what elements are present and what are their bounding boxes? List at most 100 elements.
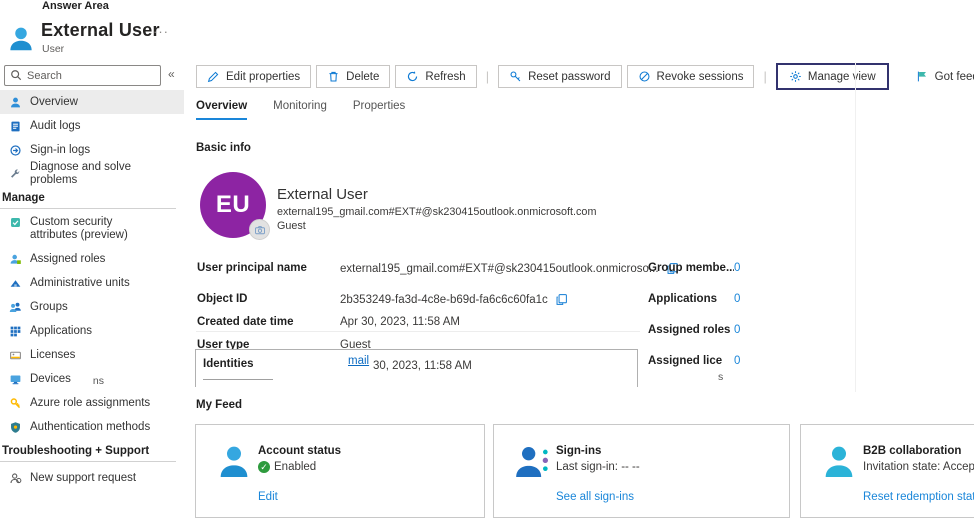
sidebar-item-licenses[interactable]: Licenses	[0, 343, 184, 367]
stray-text-fragment: ns	[93, 375, 104, 387]
stat-value-link[interactable]: 0	[734, 355, 740, 367]
stray-text-fragment: s	[718, 371, 723, 383]
pencil-icon	[207, 70, 220, 83]
support-person-icon	[9, 472, 22, 485]
feedback-flag-icon	[916, 70, 929, 83]
field-created-date: Created date time Apr 30, 2023, 11:58 AM	[197, 316, 460, 328]
sidebar-item-new-support-request[interactable]: New support request	[0, 466, 184, 490]
my-feed-title: My Feed	[196, 399, 242, 411]
gear-icon	[789, 70, 802, 83]
field-value: Apr 30, 2023, 11:58 AM	[340, 316, 460, 328]
sidebar-item-custom-security-attributes[interactable]: Custom security attributes (preview)	[0, 213, 184, 247]
profile-avatar: EU	[200, 172, 266, 238]
check-circle-icon: ✓	[258, 461, 270, 473]
key-icon	[509, 70, 522, 83]
sidebar-item-azure-role-assignments[interactable]: Azure role assignments	[0, 391, 184, 415]
divider	[0, 208, 176, 209]
search-input[interactable]	[27, 70, 155, 82]
stat-value-link[interactable]: 0	[734, 262, 740, 274]
profile-upn: external195_gmail.com#EXT#@sk230415outlo…	[277, 206, 596, 218]
sidebar-item-applications[interactable]: Applications	[0, 319, 184, 343]
tab-overview[interactable]: Overview	[196, 100, 247, 120]
tab-bar: Overview Monitoring Properties	[196, 100, 405, 120]
field-value: 2b353249-fa3d-4c8e-b69d-fa6c6c60fa1c	[340, 294, 548, 306]
page-subtitle: User	[42, 43, 64, 55]
sidebar-section-manage: Manage	[0, 186, 184, 206]
delete-button[interactable]: Delete	[316, 65, 390, 88]
search-icon	[10, 69, 23, 82]
sign-ins-person-icon	[512, 442, 552, 482]
licenses-icon	[9, 349, 22, 362]
identities-label: Identities	[203, 358, 253, 370]
see-all-sign-ins-link[interactable]: See all sign-ins	[556, 491, 634, 503]
sidebar-nav: Overview Audit logs Sign-in logs Diagnos…	[0, 90, 184, 490]
card-account-status: Account status ✓ Enabled Edit	[195, 424, 485, 518]
stat-value-link[interactable]: 0	[734, 324, 740, 336]
identities-row-overlay: Identities mail 30, 2023, 11:58 AM	[195, 349, 638, 387]
manage-view-button[interactable]: Manage view	[779, 66, 886, 87]
stat-value-link[interactable]: 0	[734, 293, 740, 305]
devices-icon	[9, 373, 22, 386]
copy-icon[interactable]	[555, 293, 568, 306]
divider	[0, 461, 176, 462]
reset-password-button[interactable]: Reset password	[498, 65, 621, 88]
input-underline	[203, 379, 273, 380]
divider	[196, 331, 640, 332]
assigned-roles-icon	[9, 253, 22, 266]
key-icon	[9, 397, 22, 410]
avatar-initials: EU	[216, 191, 250, 219]
refresh-button[interactable]: Refresh	[395, 65, 476, 88]
sidebar-search[interactable]	[4, 65, 161, 86]
stat-assigned-licenses: Assigned lice 0	[648, 355, 740, 367]
security-attributes-icon	[9, 216, 22, 229]
stat-group-memberships: Group membe... 0	[648, 262, 740, 274]
admin-units-icon	[9, 277, 22, 290]
sidebar-item-assigned-roles[interactable]: Assigned roles	[0, 247, 184, 271]
sidebar-item-groups[interactable]: Groups	[0, 295, 184, 319]
basic-info-title: Basic info	[196, 142, 251, 154]
answer-area-label: Answer Area	[42, 0, 109, 12]
toolbar-separator: |	[486, 69, 489, 84]
command-toolbar: Edit properties Delete Refresh | Reset p…	[196, 63, 974, 90]
edit-link[interactable]: Edit	[258, 491, 278, 503]
sidebar-item-devices[interactable]: Devices ns	[0, 367, 184, 391]
more-actions-icon[interactable]: ···	[153, 24, 169, 39]
tab-monitoring[interactable]: Monitoring	[273, 100, 327, 120]
b2b-person-icon	[819, 442, 859, 482]
got-feedback-button[interactable]: Got feedback?	[908, 66, 974, 87]
sidebar-item-sign-in-logs[interactable]: Sign-in logs	[0, 138, 184, 162]
profile-user-type: Guest	[277, 220, 306, 232]
shield-icon	[9, 421, 22, 434]
invitation-state-value: Invitation state: Accepted	[863, 461, 974, 473]
block-icon	[638, 70, 651, 83]
field-user-principal-name: User principal name external195_gmail.co…	[197, 262, 670, 275]
sidebar-item-authentication-methods[interactable]: Authentication methods	[0, 415, 184, 439]
sidebar-item-overview[interactable]: Overview	[0, 90, 184, 114]
tab-properties[interactable]: Properties	[353, 100, 405, 120]
applications-icon	[9, 325, 22, 338]
camera-icon[interactable]	[249, 219, 270, 240]
card-b2b-collaboration: B2B collaboration Invitation state: Acce…	[800, 424, 974, 518]
sidebar-item-audit-logs[interactable]: Audit logs	[0, 114, 184, 138]
collapse-sidebar-icon[interactable]: «	[168, 67, 175, 81]
trash-icon	[327, 70, 340, 83]
profile-name: External User	[277, 186, 368, 203]
account-person-icon	[214, 442, 254, 482]
last-sign-in-value: Last sign-in: -- --	[556, 461, 640, 473]
account-status-value: Enabled	[274, 461, 316, 473]
groups-icon	[9, 301, 22, 314]
reset-redemption-status-link[interactable]: Reset redemption status	[863, 491, 974, 503]
sidebar-item-administrative-units[interactable]: Administrative units	[0, 271, 184, 295]
sidebar-item-diagnose[interactable]: Diagnose and solve problems	[0, 162, 184, 186]
content-edge-line	[855, 62, 856, 392]
revoke-sessions-button[interactable]: Revoke sessions	[627, 65, 755, 88]
field-object-id: Object ID 2b353249-fa3d-4c8e-b69d-fa6c6c…	[197, 293, 568, 306]
edit-properties-button[interactable]: Edit properties	[196, 65, 311, 88]
audit-log-icon	[9, 120, 22, 133]
toolbar-separator: |	[763, 69, 766, 84]
identities-mail-link[interactable]: mail	[348, 355, 369, 367]
stat-applications: Applications 0	[648, 293, 740, 305]
page-title: External User	[41, 20, 160, 41]
manage-view-highlight-box: Manage view	[776, 63, 889, 90]
wrench-icon	[9, 168, 22, 181]
